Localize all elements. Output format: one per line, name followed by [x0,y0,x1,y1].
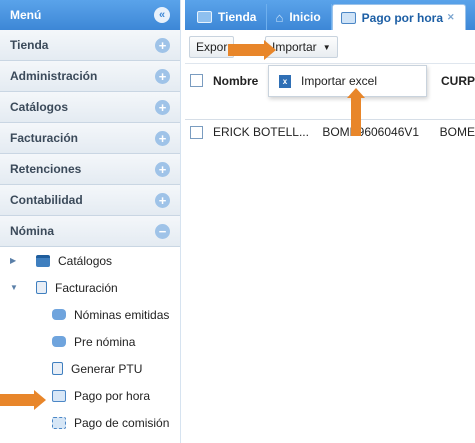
tree-item-pre-nomina[interactable]: Pre nómina [0,328,180,355]
tab-pago-por-hora[interactable]: Pago por hora ✕ [331,4,466,30]
annotation-arrow-sidebar [0,390,46,410]
sidebar-section-label: Catálogos [10,100,69,114]
select-all-checkbox[interactable] [190,74,203,87]
import-label: Importar [272,40,317,54]
sidebar-section-label: Tienda [10,38,49,52]
tree-item-generar-ptu[interactable]: Generar PTU [0,355,180,382]
tab-label: Tienda [218,10,257,24]
folder-icon [36,254,50,267]
tree-item-label: Catálogos [58,253,113,268]
home-icon: ⌂ [275,9,284,25]
excel-icon: x [279,74,291,88]
cell-rfc: BOME9606046V1 [322,125,420,139]
chevron-right-icon[interactable]: ▶ [10,256,20,265]
tree-item-facturacion[interactable]: ▼ Facturación [0,274,180,301]
sidebar-section-retenciones[interactable]: Retenciones + [0,154,180,185]
sidebar-section-label: Administración [10,69,98,83]
sidebar-section-contabilidad[interactable]: Contabilidad + [0,185,180,216]
tab-tienda[interactable]: Tienda [189,4,268,30]
table-row[interactable]: ERICK BOTELL... BOME9606046V1 BOME [185,120,475,144]
database-icon [52,309,66,320]
expand-icon[interactable]: + [155,161,170,177]
expand-icon[interactable]: + [155,130,170,146]
tree-item-catalogos[interactable]: ▶ Catálogos [0,247,180,274]
column-curp[interactable]: CURP [441,74,475,88]
sidebar-section-facturacion[interactable]: Facturación + [0,123,180,154]
sidebar-title: Menú [10,8,42,22]
cell-curp: BOME [439,125,475,139]
close-icon[interactable]: ✕ [447,12,455,23]
tab-bar: Tienda ⌂ Inicio Pago por hora ✕ [185,0,475,30]
cell-nombre: ERICK BOTELL... [212,125,309,139]
tree-item-label: Pago de comisión [74,415,170,430]
calculator-icon [52,416,66,429]
expand-icon[interactable]: + [155,192,170,208]
tree-item-label: Nóminas emitidas [74,307,170,322]
tree-item-label: Generar PTU [71,361,143,376]
import-excel-option[interactable]: Importar excel [301,74,377,88]
annotation-arrow-toolbar [228,40,276,60]
sidebar-section-label: Contabilidad [10,193,83,207]
store-icon [197,11,212,23]
tree-item-label: Pago por hora [74,388,151,403]
tree-item-label: Facturación [55,280,118,295]
document-icon [52,362,63,375]
database-icon [52,336,66,347]
sidebar-section-label: Retenciones [10,162,82,176]
sidebar-section-label: Nómina [10,224,55,238]
tree-item-label: Pre nómina [74,334,136,349]
expand-icon[interactable]: + [155,68,170,84]
sidebar-section-catalogos[interactable]: Catálogos + [0,92,180,123]
collapse-icon[interactable]: « [154,7,170,23]
payment-icon [52,389,66,402]
row-checkbox[interactable] [190,125,203,139]
export-label: Expor [196,39,228,54]
sidebar-section-administracion[interactable]: Administración + [0,61,180,92]
payment-icon [340,11,356,24]
tab-label: Pago por hora [361,10,444,25]
tree-item-nominas-emitidas[interactable]: Nóminas emitidas [0,301,180,328]
sidebar-section-nomina[interactable]: Nómina − [0,216,180,247]
tree-item-pago-comision[interactable]: Pago de comisión [0,409,180,436]
chevron-down-icon[interactable]: ▼ [10,283,20,292]
expand-icon[interactable]: + [155,99,170,115]
annotation-arrow-dropdown [347,88,365,136]
chevron-down-icon: ▼ [322,42,331,52]
sidebar: Menú « Tienda + Administración + Catálog… [0,0,181,443]
collapse-section-icon[interactable]: − [155,223,170,239]
sidebar-section-label: Facturación [10,131,79,145]
sidebar-header: Menú « [0,0,180,30]
sidebar-section-tienda[interactable]: Tienda + [0,30,180,61]
expand-icon[interactable]: + [155,37,170,53]
document-icon [36,281,47,294]
tab-inicio[interactable]: ⌂ Inicio [267,4,332,30]
tab-label: Inicio [289,10,321,24]
